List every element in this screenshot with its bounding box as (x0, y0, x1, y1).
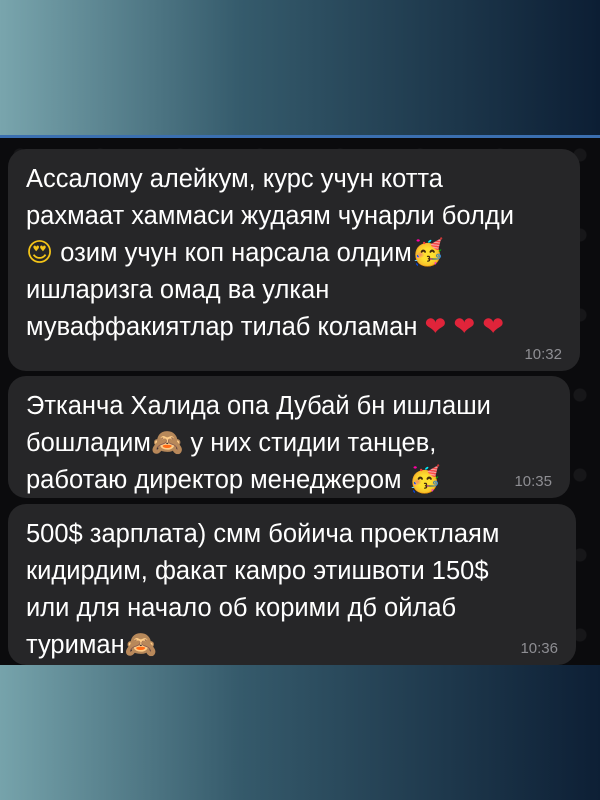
message-2-line-2: бошладим (26, 429, 151, 457)
message-3-line-1: 500$ зарплата) смм бойича проектлаям (26, 520, 500, 548)
see-no-evil-monkey-emoji-icon: 🙈 (150, 428, 184, 458)
heart-emoji-icon: ❤ (482, 312, 505, 342)
message-1-line-1: Ассалому алейкум, курс учун котта (26, 165, 443, 193)
heart-emoji-icon: ❤ (424, 312, 447, 342)
message-3-line-2: кидирдим, факат камро этишвоти 150$ (26, 557, 489, 585)
background-top (0, 0, 600, 135)
message-2-line-4: работаю директор менеджером (26, 466, 402, 494)
message-bubble-3[interactable]: 500$ зарплата) смм бойича проектлаям кид… (8, 504, 576, 665)
party-face-emoji-icon: 🥳 (411, 238, 445, 268)
see-no-evil-monkey-emoji-icon: 🙈 (124, 630, 158, 660)
party-face-emoji-icon: 🥳 (408, 465, 442, 495)
heart-emoji-icon: ❤ (453, 312, 476, 342)
message-bubble-2[interactable]: Этканча Халида опа Дубай бн ишлаши бошла… (8, 376, 570, 498)
message-2-line-3: у них стидии танцев, (190, 429, 437, 457)
message-1-line-5: муваффакиятлар тилаб коламан (26, 313, 418, 341)
message-3-timestamp: 10:36 (520, 640, 558, 657)
message-2-line-1: Этканча Халида опа Дубай бн ишлаши (26, 392, 491, 420)
message-1-line-4: ишларизга омад ва улкан (26, 276, 330, 304)
message-3-line-4: туриман (26, 631, 125, 659)
message-1-line-3: озим учун коп нарсала олдим (60, 239, 412, 267)
message-2-timestamp: 10:35 (514, 473, 552, 490)
message-bubble-1[interactable]: Ассалому алейкум, курс учун котта рахмаа… (8, 149, 580, 371)
message-3-line-3: или для начало об корими дб ойлаб (26, 594, 457, 622)
message-1-line-2: рахмаат хаммаси жудаям чунарли болди (26, 202, 514, 230)
background-bottom (0, 665, 600, 800)
heart-eyes-emoji-icon: 😍 (26, 238, 54, 268)
message-1-timestamp: 10:32 (524, 346, 562, 363)
